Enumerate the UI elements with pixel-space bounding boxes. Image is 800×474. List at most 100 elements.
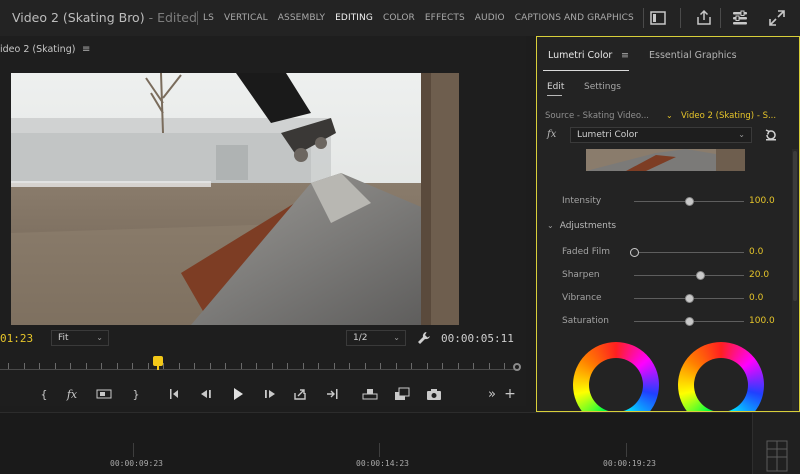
fx-label: fx: [547, 129, 557, 140]
color-wheel-highlights[interactable]: [678, 342, 764, 411]
play-icon[interactable]: [230, 386, 246, 402]
intensity-value[interactable]: 100.0: [749, 196, 775, 206]
safe-margins-icon[interactable]: [96, 386, 112, 402]
tab-essential-graphics[interactable]: Essential Graphics: [649, 50, 737, 61]
param-value[interactable]: 0.0: [749, 247, 763, 257]
workspace-tab-captions[interactable]: CAPTIONS AND GRAPHICS: [515, 13, 634, 23]
vibrance-control: Vibrance 0.0: [537, 291, 787, 307]
monitor-header: ideo 2 (Skating) ≡: [0, 36, 526, 62]
param-label: Sharpen: [562, 270, 600, 280]
faded-film-control: Faded Film 0.0: [537, 245, 787, 261]
sliders-icon[interactable]: [731, 9, 749, 27]
step-forward-icon[interactable]: [262, 386, 278, 402]
ruler-line: [0, 369, 520, 370]
playhead[interactable]: [153, 356, 163, 370]
workspace-tab-audio[interactable]: AUDIO: [475, 13, 505, 23]
go-to-in-icon[interactable]: [168, 386, 184, 402]
sharpen-slider-knob[interactable]: [695, 271, 705, 280]
resolution-value: 1/2: [353, 333, 368, 343]
subtab-edit[interactable]: Edit: [547, 82, 564, 92]
faded-film-slider-knob[interactable]: [629, 248, 639, 257]
effect-dropdown[interactable]: Lumetri Color ⌄: [570, 127, 752, 143]
more-controls-icon[interactable]: »: [484, 386, 500, 402]
top-bar: Video 2 (Skating Bro) - Edited LS VERTIC…: [0, 0, 800, 36]
subtab-underline: [547, 95, 562, 96]
video-frame: [11, 73, 459, 325]
saturation-control: Saturation 100.0: [537, 314, 787, 330]
project-title: Video 2 (Skating Bro): [12, 10, 145, 25]
param-label: Vibrance: [562, 293, 602, 303]
source-clip-label[interactable]: Source - Skating Video...: [545, 111, 649, 121]
tab-lumetri-color[interactable]: Lumetri Color: [548, 50, 612, 61]
color-wheel-shadows[interactable]: [573, 342, 659, 411]
mark-out-icon[interactable]: }: [128, 386, 144, 402]
monitor-title[interactable]: ideo 2 (Skating): [0, 44, 75, 55]
workspace-tab-effects[interactable]: EFFECTS: [425, 13, 465, 23]
workspace-separator: [197, 11, 198, 25]
workspace-tab-libraries[interactable]: LS: [203, 13, 214, 23]
panel-menu-icon[interactable]: ≡: [621, 50, 629, 61]
chevron-down-icon: ⌄: [547, 221, 554, 230]
wrench-icon[interactable]: [417, 331, 431, 348]
workspace-tab-vertical[interactable]: VERTICAL: [224, 13, 268, 23]
chevron-down-icon: ⌄: [96, 333, 103, 342]
timeline-panel: 00:00:09:23 00:00:14:23 00:00:19:23: [0, 412, 800, 474]
timeline-timecode: 00:00:19:23: [603, 459, 656, 468]
ruler-end-handle[interactable]: [513, 363, 521, 371]
zoom-dropdown[interactable]: Fit ⌄: [51, 330, 109, 346]
workspace-tab-assembly[interactable]: ASSEMBLY: [278, 13, 325, 23]
panel-icon[interactable]: [649, 9, 667, 27]
vibrance-slider-knob[interactable]: [684, 294, 694, 303]
chevron-down-icon: ⌄: [738, 130, 745, 139]
go-to-out-icon[interactable]: [324, 386, 340, 402]
timeline-tick: [379, 443, 380, 457]
lift-icon[interactable]: [292, 386, 308, 402]
reset-icon[interactable]: [764, 128, 778, 145]
program-monitor: ideo 2 (Skating) ≡ 01:23 Fit ⌄ 1/2 ⌄ 00:…: [0, 36, 526, 406]
param-value[interactable]: 100.0: [749, 316, 775, 326]
intensity-control: Intensity 100.0: [537, 194, 787, 210]
slider-track[interactable]: [634, 275, 744, 276]
timeline-tick: [133, 443, 134, 457]
mark-in-icon[interactable]: {: [36, 386, 52, 402]
adjustments-section[interactable]: ⌄ Adjustments: [547, 221, 616, 231]
toolbar-separator: [720, 8, 721, 28]
step-back-icon[interactable]: [198, 386, 214, 402]
resolution-dropdown[interactable]: 1/2 ⌄: [346, 330, 406, 346]
overwrite-icon[interactable]: [394, 386, 410, 402]
hamburger-menu-icon[interactable]: ≡: [82, 44, 90, 55]
fx-toggle-icon[interactable]: fx: [64, 386, 80, 402]
param-label: Saturation: [562, 316, 609, 326]
panel-tabs: Lumetri Color ≡ Essential Graphics: [537, 37, 799, 73]
timeline-timecode: 00:00:09:23: [110, 459, 163, 468]
transport-controls: { fx } » +: [0, 382, 526, 406]
export-icon[interactable]: [695, 9, 713, 27]
param-value[interactable]: 20.0: [749, 270, 769, 280]
insert-icon[interactable]: [362, 386, 378, 402]
slider-track[interactable]: [634, 252, 744, 253]
param-value[interactable]: 0.0: [749, 293, 763, 303]
active-tab-underline: [543, 70, 629, 71]
workspace-tab-color[interactable]: COLOR: [383, 13, 415, 23]
expand-icon[interactable]: [768, 9, 786, 27]
timeline-tick: [626, 443, 627, 457]
target-clip-label[interactable]: Video 2 (Skating) - S...: [681, 111, 776, 121]
current-timecode[interactable]: 01:23: [0, 332, 33, 345]
subtab-settings[interactable]: Settings: [584, 82, 621, 92]
param-label: Faded Film: [562, 247, 610, 257]
effect-value: Lumetri Color: [577, 130, 638, 140]
intensity-label: Intensity: [562, 196, 602, 206]
sharpen-control: Sharpen 20.0: [537, 268, 787, 284]
camera-icon[interactable]: [426, 386, 442, 402]
intensity-slider-knob[interactable]: [684, 197, 694, 206]
scrollbar-thumb[interactable]: [793, 151, 797, 301]
duration-timecode: 00:00:05:11: [441, 332, 514, 345]
lumetri-subtabs: Edit Settings: [537, 75, 799, 101]
toolbar-separator: [680, 8, 681, 28]
add-button-icon[interactable]: +: [502, 386, 518, 402]
saturation-slider-knob[interactable]: [684, 317, 694, 326]
chevron-down-icon: ⌄: [393, 333, 400, 342]
workspace-tab-editing[interactable]: EDITING: [335, 13, 373, 23]
effect-row: fx Lumetri Color ⌄: [537, 126, 799, 146]
time-ruler[interactable]: [0, 354, 526, 374]
